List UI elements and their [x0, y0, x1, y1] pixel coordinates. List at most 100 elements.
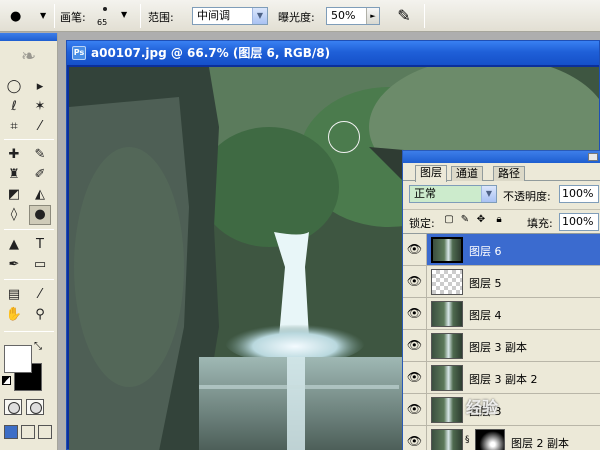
- swap-colors-icon[interactable]: ⤡: [34, 341, 42, 352]
- range-value: 中间调: [197, 9, 230, 22]
- layer-row[interactable]: 👁︎ 图层 3 副本 2: [403, 362, 600, 394]
- standard-mode-icon[interactable]: [4, 399, 22, 415]
- layers-list: 👁︎ 图层 6 👁︎ 图层 5 👁︎ 图层 4 👁︎ 图层 3 副本 👁︎ 图层…: [403, 233, 600, 450]
- document-titlebar[interactable]: Ps a00107.jpg @ 66.7% (图层 6, RGB/8): [67, 41, 599, 65]
- marquee-tool-icon[interactable]: ◯: [3, 77, 25, 97]
- blend-mode-value: 正常: [414, 187, 436, 200]
- screen-mode-standard-icon[interactable]: [4, 425, 18, 439]
- zoom-tool-icon[interactable]: ⚲: [29, 305, 51, 325]
- layer-row[interactable]: 👁︎ 图层 4: [403, 298, 600, 330]
- layer-row[interactable]: 👁︎ 图层 3: [403, 394, 600, 426]
- path-selection-icon[interactable]: ▲: [3, 235, 25, 255]
- paint-bucket-icon[interactable]: ◭: [29, 185, 51, 205]
- slider-arrow-icon[interactable]: ►: [366, 8, 379, 24]
- layer-row[interactable]: 👁︎ 图层 6: [403, 234, 600, 266]
- pen-tool-icon[interactable]: ✒: [3, 255, 25, 275]
- brush-chevron-icon[interactable]: ▼: [121, 10, 127, 19]
- layer-name: 图层 2 副本: [511, 437, 569, 450]
- clone-stamp-icon[interactable]: ♜: [3, 165, 25, 185]
- move-tool-icon[interactable]: ▸: [29, 77, 51, 97]
- layer-thumbnail: [431, 269, 463, 295]
- opacity-field[interactable]: 100%: [559, 185, 599, 203]
- fill-value: 100%: [562, 215, 594, 228]
- layer-thumbnail: [431, 237, 463, 263]
- fill-field[interactable]: 100%: [559, 213, 599, 231]
- healing-brush-icon[interactable]: ✚: [3, 145, 25, 165]
- feather-logo-icon[interactable]: ❧: [0, 41, 57, 71]
- layer-name: 图层 6: [469, 245, 502, 258]
- type-tool-icon[interactable]: T: [29, 235, 51, 255]
- lock-transparency-icon[interactable]: ▢: [443, 214, 455, 226]
- lock-label: 锁定:: [409, 217, 435, 230]
- tab-channels[interactable]: 通道: [451, 166, 483, 181]
- tool-preset-picker[interactable]: ● ▼: [4, 5, 50, 27]
- eye-icon[interactable]: 👁︎: [403, 234, 427, 265]
- layer-thumbnail: [431, 333, 463, 359]
- chevron-down-icon: ▼: [252, 8, 267, 24]
- layer-thumbnail: [431, 301, 463, 327]
- layer-row[interactable]: 👁︎ 图层 3 副本: [403, 330, 600, 362]
- screen-mode-menubar-icon[interactable]: [21, 425, 35, 439]
- blend-row: 正常 ▼ 不透明度: 100%: [403, 183, 600, 207]
- toolbox-titlebar[interactable]: [0, 33, 57, 41]
- brush-size: 65: [97, 18, 108, 27]
- eye-icon[interactable]: 👁︎: [403, 394, 427, 425]
- divider: [4, 229, 54, 230]
- eye-icon[interactable]: 👁︎: [403, 266, 427, 297]
- lock-pixels-icon[interactable]: ✎: [459, 214, 471, 226]
- slice-tool-icon[interactable]: ⁄: [29, 117, 51, 137]
- layer-name: 图层 5: [469, 277, 502, 290]
- crop-tool-icon[interactable]: ⌗: [3, 117, 25, 137]
- divider: [4, 331, 54, 332]
- chevron-down-icon: ▼: [40, 11, 47, 20]
- layer-row[interactable]: 👁︎ § 图层 2 副本: [403, 426, 600, 450]
- brush-label: 画笔:: [60, 11, 86, 24]
- divider: [4, 279, 54, 280]
- eraser-tool-icon[interactable]: ◩: [3, 185, 25, 205]
- eye-icon[interactable]: 👁︎: [403, 362, 427, 393]
- panel-titlebar[interactable]: [403, 151, 600, 163]
- lock-position-icon[interactable]: ✥: [475, 214, 487, 226]
- default-colors-icon[interactable]: [2, 376, 11, 385]
- exposure-value: 50%: [331, 9, 356, 22]
- brush-tool-icon[interactable]: ✎: [29, 145, 51, 165]
- photoshop-document-icon: Ps: [72, 46, 86, 60]
- dodge-tool-icon[interactable]: ●: [29, 205, 51, 225]
- layer-name: 图层 3 副本: [469, 341, 527, 354]
- layer-thumbnail: [431, 365, 463, 391]
- blur-tool-icon[interactable]: ◊: [3, 205, 25, 225]
- foreground-color-swatch[interactable]: [4, 345, 32, 373]
- magic-wand-icon[interactable]: ✶: [29, 97, 51, 117]
- airbrush-icon[interactable]: ✎: [393, 5, 415, 27]
- layer-mask-thumbnail[interactable]: [475, 429, 505, 450]
- layer-name: 图层 3 副本 2: [469, 373, 538, 386]
- shape-tool-icon[interactable]: ▭: [29, 255, 51, 275]
- brush-tip-icon: [103, 7, 107, 11]
- options-bar: ● ▼ 画笔: 65 ▼ 范围: 中间调 ▼ 曝光度: 50% ► ✎: [0, 0, 600, 32]
- blend-mode-select[interactable]: 正常 ▼: [409, 185, 497, 203]
- hand-tool-icon[interactable]: ✋: [3, 305, 25, 325]
- tab-paths[interactable]: 路径: [493, 166, 525, 181]
- brush-preset-picker[interactable]: 65: [94, 2, 122, 30]
- history-brush-icon[interactable]: ✐: [29, 165, 51, 185]
- layer-thumbnail: [431, 429, 463, 450]
- eye-icon[interactable]: 👁︎: [403, 298, 427, 329]
- layer-row[interactable]: 👁︎ 图层 5: [403, 266, 600, 298]
- lock-all-icon[interactable]: 🔒︎: [493, 214, 505, 226]
- layers-panel: 图层 通道 路径 正常 ▼ 不透明度: 100% 锁定: ▢ ✎ ✥ 🔒︎ 填充…: [402, 150, 600, 450]
- screen-mode-full-icon[interactable]: [38, 425, 52, 439]
- chevron-down-icon: ▼: [481, 186, 496, 202]
- quick-mask-mode-icon[interactable]: [26, 399, 44, 415]
- minimize-icon[interactable]: [588, 153, 598, 161]
- lasso-tool-icon[interactable]: ℓ: [3, 97, 25, 117]
- link-chain-icon: §: [465, 435, 470, 445]
- eye-icon[interactable]: 👁︎: [403, 330, 427, 361]
- document-title: a00107.jpg @ 66.7% (图层 6, RGB/8): [91, 46, 331, 60]
- eye-icon[interactable]: 👁︎: [403, 426, 427, 450]
- eyedropper-icon[interactable]: ⁄: [29, 285, 51, 305]
- opacity-label: 不透明度:: [503, 190, 551, 203]
- tab-layers[interactable]: 图层: [415, 165, 447, 182]
- notes-tool-icon[interactable]: ▤: [3, 285, 25, 305]
- range-select[interactable]: 中间调 ▼: [192, 7, 268, 25]
- exposure-field[interactable]: 50% ►: [326, 7, 380, 25]
